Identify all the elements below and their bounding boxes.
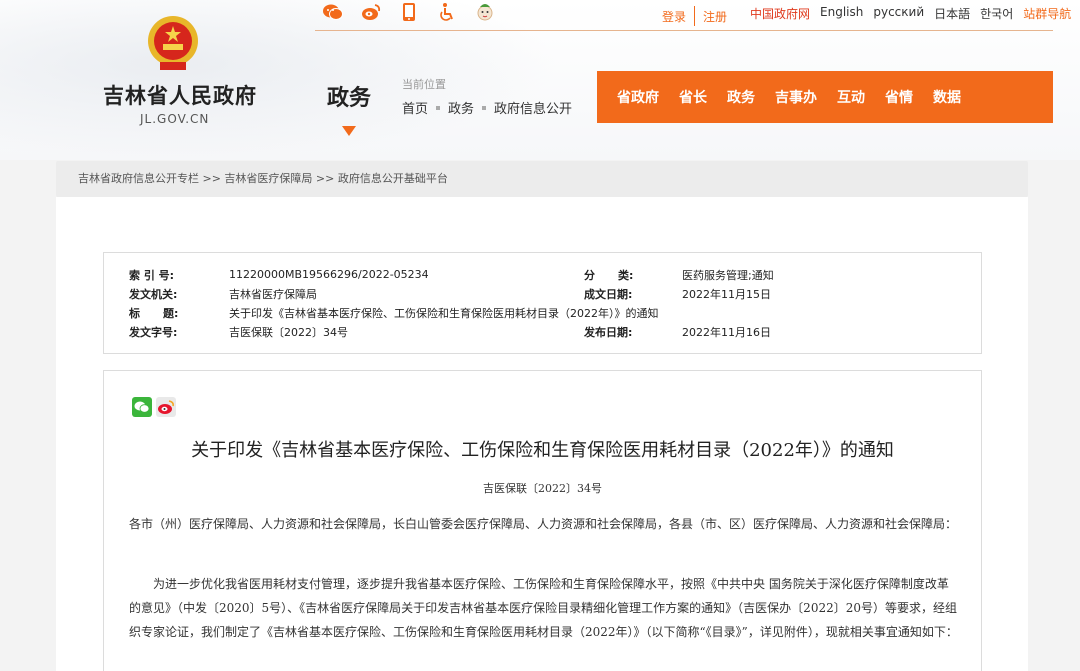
section-label: 政务 bbox=[327, 86, 372, 111]
lang-russian-link[interactable]: русский bbox=[873, 5, 924, 22]
location-disclosure-link[interactable]: 政府信息公开 bbox=[494, 98, 572, 117]
location-home-link[interactable]: 首页 bbox=[402, 98, 428, 117]
language-links: 中国政府网 English русский 日本語 한국어 站群导航 bbox=[750, 5, 1071, 22]
meta-title-label: 标 题: bbox=[129, 306, 179, 320]
location-affairs-link[interactable]: 政务 bbox=[448, 98, 474, 117]
meta-index-label: 索 引 号: bbox=[129, 268, 175, 282]
login-link[interactable]: 登录 bbox=[662, 8, 686, 25]
top-separator bbox=[315, 30, 1053, 31]
weibo-share-icon[interactable] bbox=[156, 397, 176, 417]
meta-row-docno: 发文字号: 吉医保联〔2022〕34号 bbox=[129, 322, 348, 341]
article-doc-number: 吉医保联〔2022〕34号 bbox=[483, 482, 602, 495]
site-title[interactable]: 吉林省人民政府 bbox=[103, 80, 257, 110]
nav-item-services[interactable]: 吉事办 bbox=[775, 87, 817, 107]
location-path: 首页 政务 政府信息公开 bbox=[402, 98, 572, 117]
account-links: 登录 注册 bbox=[662, 6, 727, 26]
meta-published-label: 发布日期: bbox=[584, 325, 633, 339]
gov-site-link[interactable]: 中国政府网 bbox=[750, 5, 810, 22]
meta-created-label: 成文日期: bbox=[584, 287, 633, 301]
main-nav: 省政府 省长 政务 吉事办 互动 省情 数据 bbox=[597, 71, 1053, 123]
national-emblem-icon[interactable] bbox=[146, 14, 200, 72]
meta-issuer-label: 发文机关: bbox=[129, 287, 178, 301]
article-paragraph-body: 为进一步优化我省医用耗材支付管理，逐步提升我省基本医疗保险、工伤保险和生育保险保… bbox=[129, 577, 958, 639]
meta-created-value: 2022年11月15日 bbox=[682, 287, 771, 301]
meta-docno-label: 发文字号: bbox=[129, 325, 178, 339]
meta-row-published: 发布日期: 2022年11月16日 bbox=[584, 322, 771, 341]
meta-docno-value: 吉医保联〔2022〕34号 bbox=[229, 325, 348, 339]
nav-item-governor[interactable]: 省长 bbox=[679, 87, 707, 107]
meta-row-issuer: 发文机关: 吉林省医疗保障局 bbox=[129, 284, 317, 303]
site-domain: JL.GOV.CN bbox=[140, 112, 210, 126]
location-label: 当前位置 bbox=[402, 78, 446, 91]
meta-category-label: 分 类: bbox=[584, 268, 634, 282]
mobile-icon[interactable] bbox=[399, 2, 419, 22]
meta-title-value: 关于印发《吉林省基本医疗保险、工伤保险和生育保险医用耗材目录（2022年）》的通… bbox=[229, 306, 659, 320]
meta-row-created: 成文日期: 2022年11月15日 bbox=[584, 284, 771, 303]
meta-issuer-value: 吉林省医疗保障局 bbox=[229, 287, 317, 301]
nav-item-interaction[interactable]: 互动 bbox=[837, 87, 865, 107]
separator-dot bbox=[436, 105, 441, 110]
breadcrumb[interactable]: 吉林省政府信息公开专栏 >> 吉林省医疗保障局 >> 政府信息公开基础平台 bbox=[56, 161, 1028, 197]
accessibility-icon[interactable] bbox=[437, 2, 457, 22]
site-nav-link[interactable]: 站群导航 bbox=[1023, 5, 1071, 22]
nav-item-province-gov[interactable]: 省政府 bbox=[617, 87, 659, 107]
meta-row-title: 标 题: 关于印发《吉林省基本医疗保险、工伤保险和生育保险医用耗材目录（2022… bbox=[129, 303, 659, 322]
meta-category-value: 医药服务管理;通知 bbox=[682, 268, 774, 282]
meta-row-category: 分 类: 医药服务管理;通知 bbox=[584, 265, 774, 284]
lang-english-link[interactable]: English bbox=[820, 5, 863, 22]
mascot-icon[interactable] bbox=[475, 2, 495, 22]
separator-dot bbox=[482, 105, 487, 110]
nav-item-data[interactable]: 数据 bbox=[933, 87, 961, 107]
lang-japanese-link[interactable]: 日本語 bbox=[934, 5, 970, 22]
meta-row-index: 索 引 号: 11220000MB19566296/2022-05234 bbox=[129, 265, 429, 284]
article-paragraph-recipients: 各市（州）医疗保障局、人力资源和社会保障局，长白山管委会医疗保障局、人力资源和社… bbox=[129, 517, 958, 531]
metadata-table: 索 引 号: 11220000MB19566296/2022-05234 分 类… bbox=[103, 252, 982, 354]
meta-index-value: 11220000MB19566296/2022-05234 bbox=[229, 268, 429, 281]
divider bbox=[694, 6, 696, 26]
section-arrow-icon bbox=[342, 126, 356, 136]
share-bar bbox=[132, 397, 176, 417]
nav-item-affairs[interactable]: 政务 bbox=[727, 87, 755, 107]
nav-item-overview[interactable]: 省情 bbox=[885, 87, 913, 107]
wechat-icon[interactable] bbox=[323, 2, 343, 22]
register-link[interactable]: 注册 bbox=[703, 8, 727, 25]
weibo-icon[interactable] bbox=[361, 2, 381, 22]
article-title: 关于印发《吉林省基本医疗保险、工伤保险和生育保险医用耗材目录（2022年）》的通… bbox=[191, 440, 894, 461]
meta-published-value: 2022年11月16日 bbox=[682, 325, 771, 339]
wechat-share-icon[interactable] bbox=[132, 397, 152, 417]
top-icon-bar bbox=[323, 2, 495, 22]
lang-korean-link[interactable]: 한국어 bbox=[980, 5, 1013, 22]
